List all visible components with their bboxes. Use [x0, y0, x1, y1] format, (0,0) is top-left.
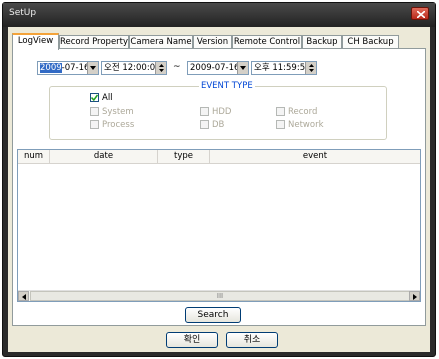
scroll-thumb[interactable]: III: [30, 291, 410, 301]
arrow-left-icon: [22, 294, 26, 300]
start-date-dropdown-button[interactable]: [87, 62, 98, 74]
log-list[interactable]: num date type event III: [17, 149, 421, 302]
column-header-num[interactable]: num: [18, 150, 50, 164]
end-time-spinner[interactable]: [305, 62, 316, 74]
end-date-value: 2009-07-16: [190, 63, 240, 73]
scroll-grip: III: [216, 292, 224, 300]
event-type-title: EVENT TYPE: [199, 81, 255, 91]
checkbox-label: HDD: [212, 107, 232, 117]
checkbox-label: Network: [288, 120, 324, 130]
start-time-spinner[interactable]: [155, 62, 166, 74]
event-type-group: EVENT TYPE All System HDD Record Process…: [49, 81, 387, 140]
window-title: SetUp: [9, 8, 37, 18]
search-button[interactable]: Search: [185, 307, 241, 323]
spin-arrows-icon: [309, 64, 314, 72]
end-date-picker[interactable]: 2009-07-16: [187, 61, 249, 75]
checkbox-label: Process: [102, 120, 135, 130]
start-date-year-selected: 2009: [40, 63, 62, 73]
checkbox-label: All: [102, 93, 113, 103]
close-button[interactable]: [411, 7, 429, 20]
cancel-button[interactable]: 취소: [226, 332, 278, 348]
tab-version[interactable]: Version: [193, 35, 232, 49]
checkbox-box: [276, 107, 285, 116]
chevron-down-icon: [240, 66, 246, 70]
end-time-field[interactable]: 오후 11:59:59: [251, 61, 317, 75]
logview-panel: 2009-07-16 오전 12:00:00 ~ 2009-07-16 오후 1…: [12, 48, 426, 326]
checkbox-label: System: [102, 107, 134, 117]
end-time-value: 오후 11:59:59: [254, 63, 311, 73]
start-time-value: 오전 12:00:00: [104, 63, 161, 73]
checkbox-box: [90, 120, 99, 129]
tab-record-property[interactable]: Record Property: [59, 35, 129, 49]
tab-ch-backup[interactable]: CH Backup: [342, 35, 399, 49]
tab-backup[interactable]: Backup: [302, 35, 342, 49]
checkbox-box: [276, 120, 285, 129]
arrow-right-icon: [413, 294, 417, 300]
ok-button[interactable]: 확인: [166, 332, 218, 348]
horizontal-scrollbar[interactable]: III: [18, 290, 420, 301]
checkbox-box: [200, 120, 209, 129]
checkbox-box: [90, 107, 99, 116]
column-header-date[interactable]: date: [50, 150, 158, 164]
column-header-type[interactable]: type: [158, 150, 210, 164]
tab-camera-name[interactable]: Camera Name: [129, 35, 193, 49]
start-date-picker[interactable]: 2009-07-16: [37, 61, 99, 75]
chevron-down-icon: [90, 66, 96, 70]
scroll-right-button[interactable]: [409, 291, 420, 301]
checkbox-label: DB: [212, 120, 225, 130]
checkbox-label: Record: [288, 107, 318, 117]
range-separator: ~: [173, 62, 181, 72]
checkbox-box: [90, 93, 99, 102]
column-header-event[interactable]: event: [210, 150, 420, 164]
tab-remote-control[interactable]: Remote Control: [232, 35, 302, 49]
scroll-left-button[interactable]: [18, 291, 29, 301]
start-time-field[interactable]: 오전 12:00:00: [101, 61, 167, 75]
title-bar[interactable]: SetUp: [3, 3, 435, 27]
start-date-rest: -07-16: [61, 63, 90, 73]
spin-arrows-icon: [159, 64, 164, 72]
dialog-body: LogView Record Property Camera Name Vers…: [8, 27, 430, 352]
tab-logview[interactable]: LogView: [12, 33, 59, 50]
checkbox-box: [200, 107, 209, 116]
end-date-dropdown-button[interactable]: [237, 62, 248, 74]
close-icon: [417, 11, 425, 18]
checkmark-icon: [90, 94, 99, 102]
setup-window: SetUp LogView Record Property Camera Nam…: [2, 2, 436, 357]
log-list-header: num date type event: [18, 150, 420, 164]
